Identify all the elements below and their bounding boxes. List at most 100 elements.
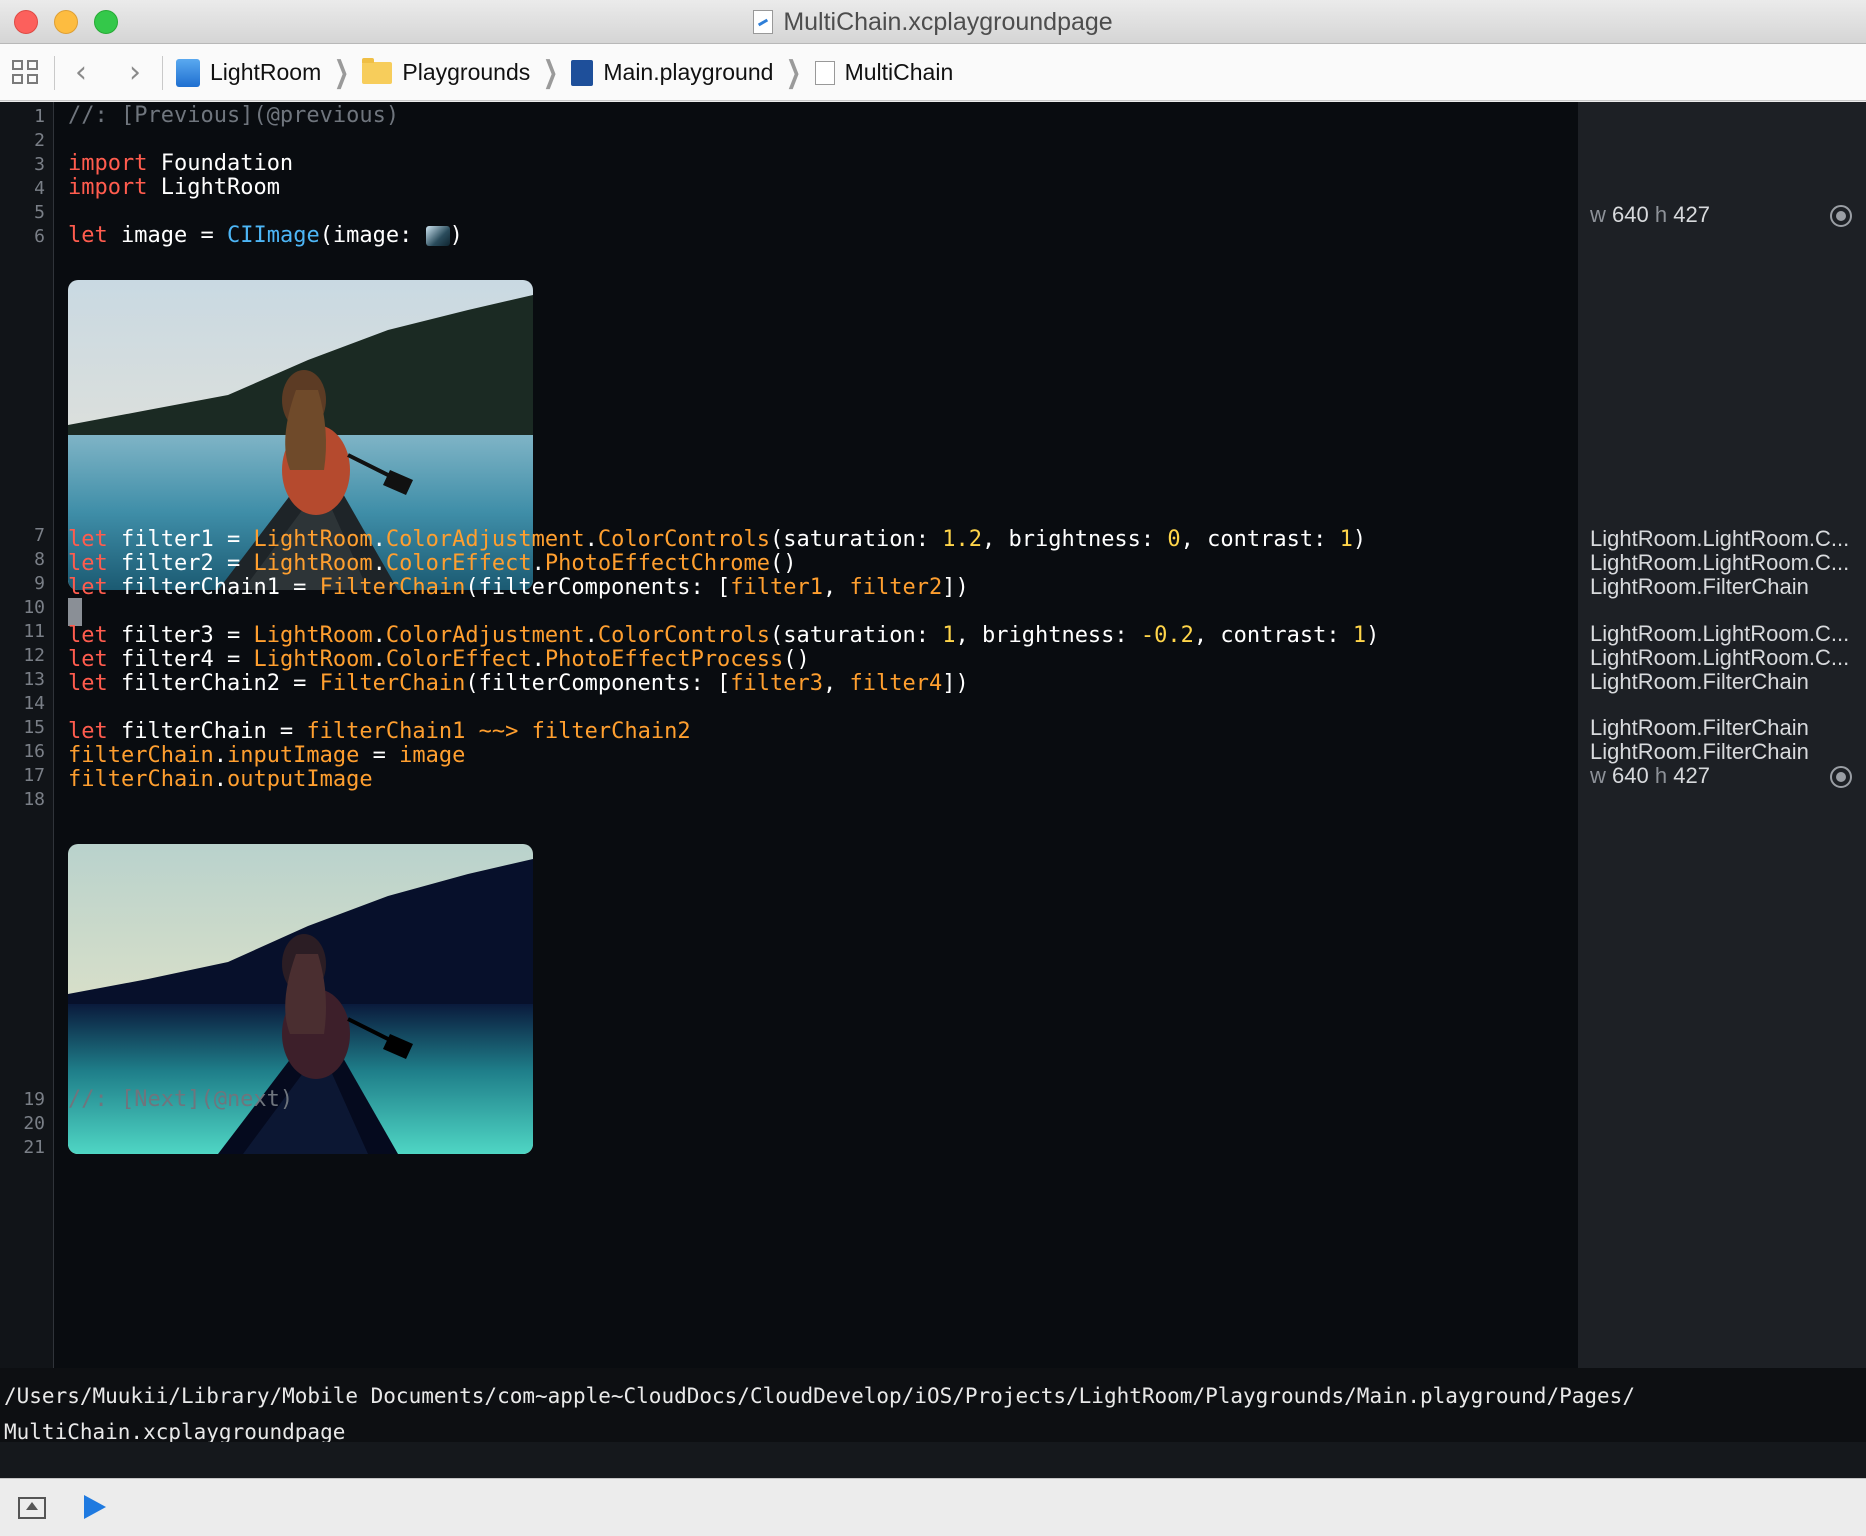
hide-debug-area-icon[interactable]	[18, 1497, 46, 1519]
code-text: , brightness:	[955, 623, 1141, 648]
result-value[interactable]: LightRoom.LightRoom.C...	[1590, 526, 1849, 552]
project-icon	[176, 58, 200, 87]
type-name: ColorEffect	[385, 551, 532, 576]
identifier: filter1	[730, 575, 823, 600]
quick-look-icon[interactable]	[1830, 766, 1852, 788]
result-value[interactable]: LightRoom.FilterChain	[1590, 669, 1809, 695]
line-number: 19	[23, 1089, 45, 1110]
toolbar-separator	[162, 56, 163, 90]
type-name: PhotoEffectChrome	[544, 551, 771, 576]
keyword: let	[68, 223, 108, 248]
line-number: 13	[23, 669, 45, 690]
code-line-comment[interactable]: //: [Previous](@previous)	[68, 102, 399, 130]
type-name: LightRoom	[253, 551, 373, 576]
code-line[interactable]: filterChain.outputImage	[68, 766, 373, 794]
keyword: let	[68, 623, 108, 648]
code-text: filter3 =	[107, 623, 254, 648]
line-number: 21	[23, 1137, 45, 1158]
type-name: PhotoEffectProcess	[544, 647, 784, 672]
code-text: (saturation:	[770, 623, 943, 648]
breadcrumb-item-main-playground[interactable]: Main.playground	[571, 59, 773, 86]
result-image-size[interactable]: w 640 h 427	[1590, 763, 1710, 789]
code-text: filter1 =	[107, 527, 254, 552]
code-text: )	[449, 223, 463, 248]
type-name: LightRoom	[253, 647, 373, 672]
breadcrumb-chevron-icon: ❯	[334, 55, 350, 90]
breadcrumb-label: LightRoom	[210, 59, 322, 85]
playground-icon	[571, 59, 594, 86]
breadcrumb-item-multichain[interactable]: MultiChain	[814, 59, 954, 86]
line-number: 6	[34, 226, 45, 247]
breadcrumb-item-playgrounds[interactable]: Playgrounds	[362, 57, 530, 86]
identifier: image	[399, 743, 466, 768]
source-editor[interactable]: 1 2 3 4 5 6 7 8 9 10 11 12 13 14 15 16 1…	[0, 102, 1578, 1368]
breadcrumb-item-lightroom[interactable]: LightRoom	[176, 58, 322, 87]
code-text: )	[1366, 623, 1380, 648]
line-number: 14	[23, 693, 45, 714]
code-text: (filterComponents: [	[465, 671, 731, 696]
code-text: .	[372, 551, 386, 576]
number-literal: -0.2	[1140, 623, 1194, 648]
code-text: (image:	[319, 223, 426, 248]
result-value[interactable]: LightRoom.FilterChain	[1590, 739, 1809, 765]
identifier: filter4	[849, 671, 943, 696]
code-line[interactable]: let filterChain1 = FilterChain(filterCom…	[68, 574, 969, 602]
line-number: 2	[34, 130, 45, 151]
code-text: =	[359, 743, 400, 768]
code-text: ])	[942, 575, 969, 600]
result-label: w	[1590, 202, 1606, 227]
code-text: image =	[107, 223, 227, 248]
type-name: ColorEffect	[385, 647, 532, 672]
code-line[interactable]: let filterChain2 = FilterChain(filterCom…	[68, 670, 969, 698]
result-value: 427	[1673, 763, 1710, 788]
identifier: filterChain	[68, 767, 214, 792]
console-input-area[interactable]	[0, 1442, 1866, 1478]
code-text: .	[213, 767, 227, 792]
related-items-grid-icon[interactable]	[12, 60, 40, 86]
image-literal-icon[interactable]	[425, 226, 450, 246]
code-text: .	[372, 623, 386, 648]
quick-look-icon[interactable]	[1830, 205, 1852, 227]
code-text: .	[531, 551, 545, 576]
line-number: 16	[23, 741, 45, 762]
identifier: filter3	[730, 671, 823, 696]
code-text: , contrast:	[1180, 527, 1340, 552]
breadcrumb: LightRoom ❯ Playgrounds ❯ Main.playgroun…	[176, 44, 953, 101]
run-playground-icon[interactable]	[84, 1495, 106, 1519]
code-text: filterChain1 =	[107, 575, 320, 600]
identifier: filterChain	[68, 743, 214, 768]
debug-bar	[0, 1478, 1866, 1536]
code-text: .	[584, 527, 598, 552]
breadcrumb-label: MultiChain	[844, 59, 954, 85]
code-text: , contrast:	[1193, 623, 1353, 648]
code-text: Foundation	[147, 151, 294, 176]
result-image-size[interactable]: w 640 h 427	[1590, 202, 1710, 228]
keyword: let	[68, 719, 108, 744]
results-sidebar: w 640 h 427 LightRoom.LightRoom.C... Lig…	[1578, 102, 1866, 1368]
code-text: ()	[783, 647, 810, 672]
keyword: import	[68, 151, 148, 176]
type-name: FilterChain	[319, 671, 466, 696]
code-line-comment[interactable]: //: [Next](@next)	[68, 1086, 293, 1114]
result-value[interactable]: LightRoom.LightRoom.C...	[1590, 621, 1849, 647]
code-text: ,	[823, 671, 850, 696]
window-title-text: MultiChain.xcplaygroundpage	[783, 7, 1113, 36]
result-value[interactable]: LightRoom.LightRoom.C...	[1590, 645, 1849, 671]
code-text: .	[372, 647, 386, 672]
line-number: 4	[34, 178, 45, 199]
code-line[interactable]: let image = CIImage(image: )	[68, 222, 463, 250]
code-text: .	[372, 527, 386, 552]
back-chevron-icon[interactable]: ‹	[68, 58, 94, 88]
console-output: /Users/Muukii/Library/Mobile Documents/c…	[4, 1384, 1635, 1444]
breadcrumb-label: Main.playground	[603, 59, 774, 85]
result-value[interactable]: LightRoom.FilterChain	[1590, 715, 1809, 741]
forward-chevron-icon[interactable]: ›	[122, 58, 148, 88]
result-value[interactable]: LightRoom.LightRoom.C...	[1590, 550, 1849, 576]
code-line[interactable]: import LightRoom	[68, 174, 280, 202]
line-number: 12	[23, 645, 45, 666]
result-value[interactable]: LightRoom.FilterChain	[1590, 574, 1809, 600]
type-name: ColorControls	[597, 527, 771, 552]
line-number: 10	[23, 597, 45, 618]
code-text: .	[213, 743, 227, 768]
identifier: inputImage	[226, 743, 360, 768]
